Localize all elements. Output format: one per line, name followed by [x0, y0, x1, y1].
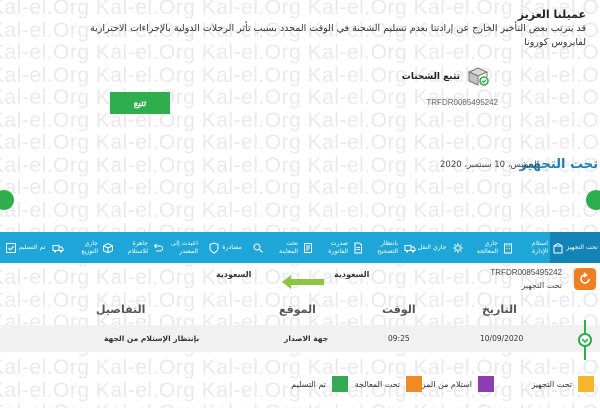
- legend-label: تحت المعالجة: [354, 379, 400, 389]
- status-step-label: مصادرة: [222, 243, 242, 251]
- shield-icon: [209, 241, 219, 254]
- status-step: بانتظار التصحيح: [350, 232, 400, 263]
- column-header-time: الوقت: [382, 303, 416, 316]
- status-step-label: جاري النقل: [417, 243, 447, 251]
- row-location: جهة الاصدار: [284, 334, 329, 343]
- status-step-label: صدرت الفاتورة: [328, 240, 348, 255]
- legend-swatch: [406, 376, 422, 392]
- status-step-label: استلام الإدارة: [531, 240, 548, 255]
- delivery-truck-icon: [52, 244, 64, 253]
- status-step: تم التسليم: [0, 232, 50, 263]
- status-steps-bar: تحت التجهيز استلام الإدارة جاري المعالجة جا…: [0, 232, 600, 263]
- legend-swatch: [578, 376, 594, 392]
- legend-label: تم التسليم: [291, 379, 326, 389]
- status-step-label: بانتظار التصحيح: [377, 240, 398, 255]
- invoice-icon: [304, 242, 312, 253]
- progress-dot-right: [586, 190, 600, 210]
- greeting-message: قد يترتب بعض التأخير الخارج عن إرادتنا ب…: [90, 23, 586, 48]
- box-icon: [553, 242, 563, 253]
- tracking-page: عميلنا العزيز قد يترتب بعض التأخير الخار…: [0, 0, 600, 408]
- status-step: جاهزة للاستلام: [100, 232, 150, 263]
- timeline-marker-icon: [578, 320, 592, 360]
- gear-icon: [453, 242, 463, 253]
- track-shipments-link[interactable]: تتبع الشحنات: [402, 66, 490, 88]
- legend-item: تحت التجهيز: [531, 376, 594, 392]
- status-step: تحت التجهيز: [550, 232, 600, 263]
- legend-swatch: [332, 376, 348, 392]
- return-icon: [153, 243, 163, 251]
- tracking-number: TRFDR0085495242: [426, 98, 498, 107]
- package-icon: [103, 242, 113, 253]
- column-header-date: التاريخ: [482, 303, 517, 316]
- status-step: تحت المعاينة: [250, 232, 300, 263]
- column-header-details: التفاصيل: [96, 303, 146, 316]
- column-header-location: الموقع: [279, 303, 316, 316]
- shipment-origin: السعودية: [334, 270, 370, 279]
- refresh-icon: [580, 272, 590, 284]
- legend-item: تحت المعالجة: [355, 376, 422, 392]
- status-step-label: تم التسليم: [18, 243, 46, 251]
- status-step-label: تحت المعاينة: [279, 240, 298, 255]
- shipment-tracking-icon: [467, 67, 489, 86]
- status-step: صدرت الفاتورة: [300, 232, 350, 263]
- check-box-icon: [5, 242, 16, 253]
- track-shipments-label: تتبع الشحنات: [401, 72, 460, 82]
- status-step: اعيدت إلى المصدر: [150, 232, 200, 263]
- legend-item: تم التسليم: [291, 376, 348, 392]
- status-step-label: جاهزة للاستلام: [127, 240, 148, 255]
- row-time: 09:25: [388, 334, 410, 343]
- status-step: مصادرة: [200, 232, 250, 263]
- progress-dot-left: [0, 190, 14, 210]
- status-step: جاري النقل: [400, 232, 450, 263]
- legend-label: تحت التجهيز: [531, 379, 572, 389]
- status-step-label: تحت التجهيز: [566, 243, 598, 251]
- status-step-label: جاري التوزيع: [81, 240, 98, 255]
- building-icon: [504, 243, 512, 253]
- shipment-status-icon: [574, 268, 596, 290]
- status-date: الخميس، 10 سبتمبر، 2020: [440, 160, 540, 170]
- track-button[interactable]: تتبع: [110, 92, 170, 114]
- row-date: 10/09/2020: [480, 334, 524, 343]
- route-arrow-icon: [282, 275, 324, 289]
- status-step-label: جاري المعالجة: [476, 240, 498, 255]
- status-step-label: اعيدت إلى المصدر: [170, 240, 198, 255]
- shipment-number: TRFDR0085495242: [490, 268, 562, 277]
- status-step: استلام الإدارة: [500, 232, 550, 263]
- row-details: بإنتظار الإستلام من الجهة: [104, 334, 200, 343]
- shipment-destination: السعودية: [216, 270, 252, 279]
- legend-swatch: [478, 376, 494, 392]
- status-step: جاري التوزيع: [50, 232, 100, 263]
- status-step: جاري المعالجة: [450, 232, 500, 263]
- magnifier-icon: [253, 243, 263, 253]
- document-icon: [354, 242, 362, 253]
- shipment-status: تحت التجهيز: [521, 281, 562, 290]
- greeting-title: عميلنا العزيز: [517, 8, 586, 21]
- truck-icon: [404, 244, 416, 253]
